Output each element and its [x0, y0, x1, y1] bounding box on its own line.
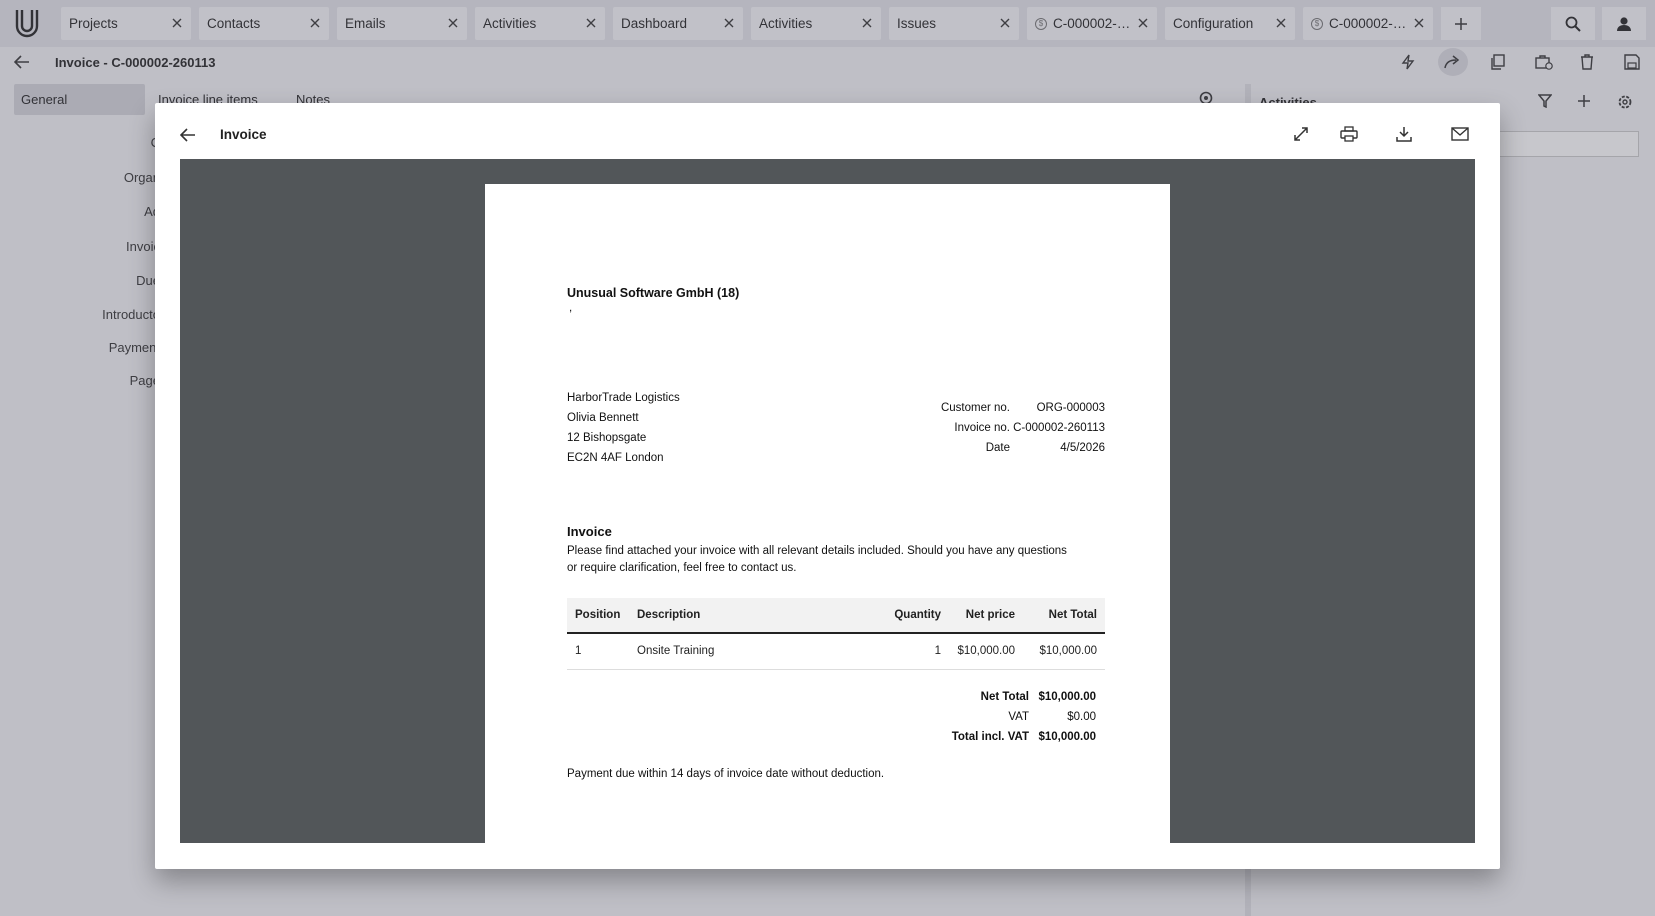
table-header-row: Position Description Quantity Net price …	[567, 598, 1105, 634]
total-value: $0.00	[1067, 711, 1096, 723]
print-button[interactable]	[1335, 120, 1363, 148]
total-label: VAT	[1008, 711, 1029, 723]
company-name: Unusual Software GmbH (18)	[567, 286, 740, 300]
arrow-left-icon	[179, 128, 195, 142]
cell-quantity: 1	[869, 633, 949, 670]
recipient-line: EC2N 4AF London	[567, 452, 664, 464]
meta-label: Date	[985, 442, 1010, 454]
total-value: $10,000.00	[1038, 691, 1096, 703]
invoice-heading: Invoice	[567, 524, 612, 539]
meta-value: 4/5/2026	[1060, 442, 1105, 454]
column-header: Position	[567, 598, 629, 634]
meta-value: ORG-000003	[1036, 402, 1105, 414]
expand-button[interactable]	[1287, 120, 1315, 148]
cell-net-price: $10,000.00	[949, 633, 1023, 670]
payment-terms: Payment due within 14 days of invoice da…	[567, 768, 885, 780]
cell-description: Onsite Training	[629, 633, 869, 670]
table-row: 1 Onsite Training 1 $10,000.00 $10,000.0…	[567, 633, 1105, 670]
column-header: Quantity	[869, 598, 949, 634]
cell-position: 1	[567, 633, 629, 670]
mail-icon	[1451, 127, 1469, 141]
invoice-intro: Please find attached your invoice with a…	[567, 545, 1067, 574]
column-header: Net Total	[1023, 598, 1105, 634]
total-label: Net Total	[980, 691, 1029, 703]
email-button[interactable]	[1446, 120, 1474, 148]
dialog-title: Invoice	[220, 127, 267, 142]
print-icon	[1340, 126, 1358, 142]
download-button[interactable]	[1390, 120, 1418, 148]
total-value: $10,000.00	[1038, 731, 1096, 743]
expand-icon	[1294, 127, 1308, 141]
invoice-page: Unusual Software GmbH (18) , HarborTrade…	[485, 184, 1170, 843]
recipient-line: HarborTrade Logistics	[567, 392, 680, 404]
cell-net-total: $10,000.00	[1023, 633, 1105, 670]
meta-label: Invoice no.	[954, 422, 1010, 434]
company-address: ,	[569, 302, 573, 314]
dialog-back-button[interactable]	[179, 128, 196, 147]
column-header: Description	[629, 598, 869, 634]
meta-label: Customer no.	[940, 402, 1010, 414]
recipient-line: 12 Bishopsgate	[567, 432, 647, 444]
download-icon	[1396, 127, 1412, 142]
column-header: Net price	[949, 598, 1023, 634]
recipient-line: Olivia Bennett	[567, 412, 639, 424]
line-items-table: Position Description Quantity Net price …	[567, 598, 1105, 670]
total-label: Total incl. VAT	[951, 731, 1029, 743]
meta-value: C-000002-260113	[1013, 422, 1105, 434]
